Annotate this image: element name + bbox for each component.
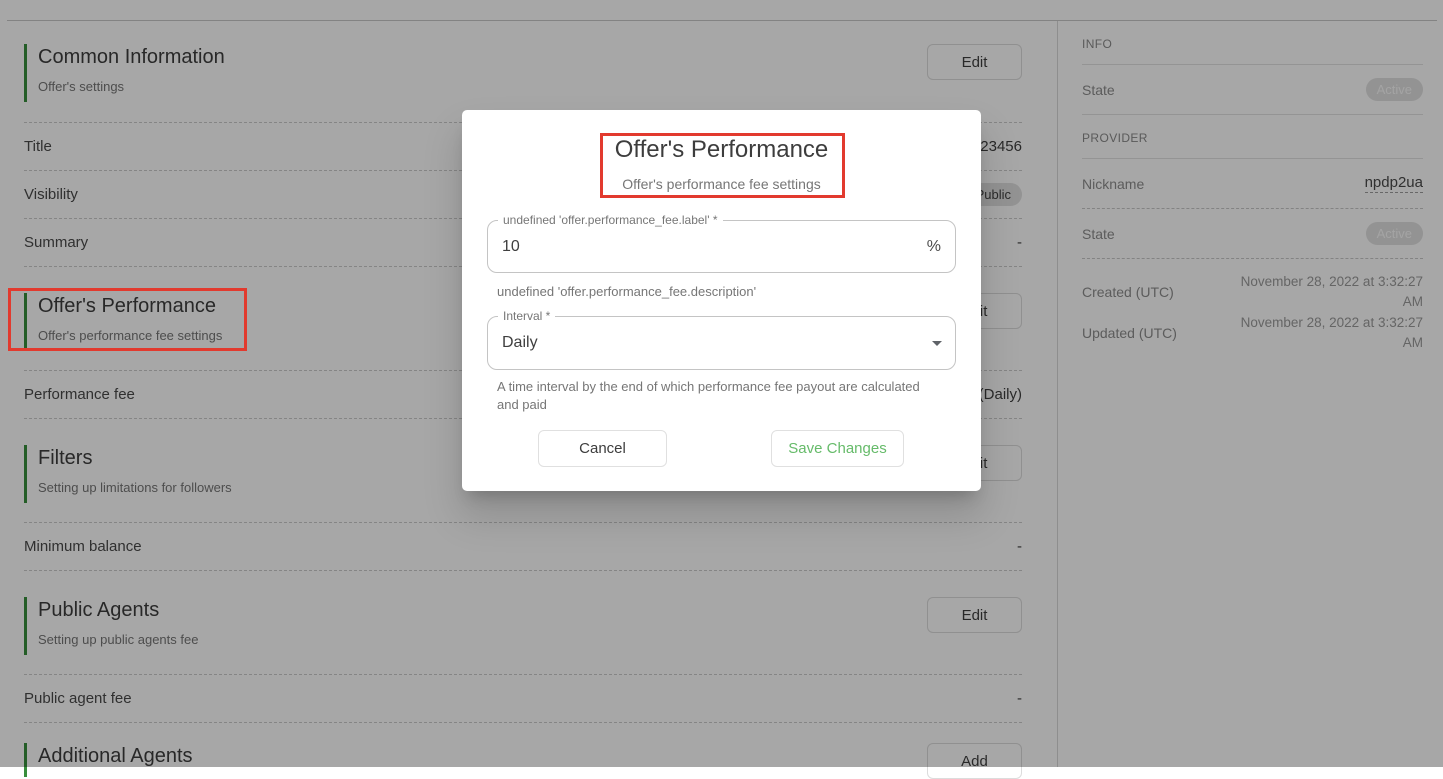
performance-fee-helper-text: undefined 'offer.performance_fee.descrip… <box>497 283 756 301</box>
dialog-subtitle: Offer's performance fee settings <box>462 176 981 192</box>
percent-suffix: % <box>927 238 941 256</box>
interval-select[interactable]: Interval * Daily <box>487 316 956 370</box>
interval-select-label: Interval * <box>498 309 555 323</box>
dialog-title: Offer's Performance <box>462 136 981 164</box>
interval-helper-text: A time interval by the end of which perf… <box>497 378 927 414</box>
save-changes-button[interactable]: Save Changes <box>771 430 904 467</box>
performance-fee-input[interactable] <box>502 221 892 272</box>
cancel-button[interactable]: Cancel <box>538 430 667 467</box>
chevron-down-icon <box>932 341 942 346</box>
performance-fee-field: undefined 'offer.performance_fee.label' … <box>487 220 956 273</box>
interval-selected-value: Daily <box>502 334 538 352</box>
offers-performance-dialog: Offer's Performance Offer's performance … <box>462 110 981 491</box>
